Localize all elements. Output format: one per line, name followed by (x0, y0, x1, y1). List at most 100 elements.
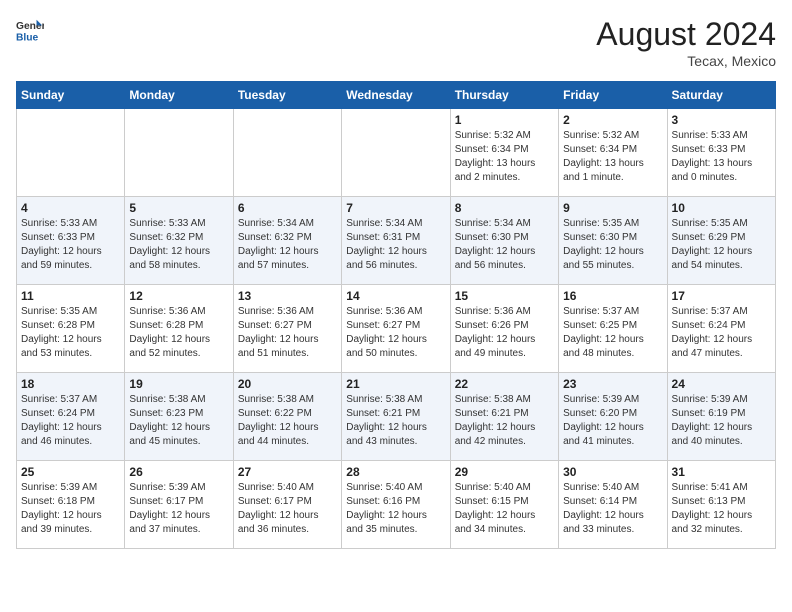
day-info: Sunrise: 5:37 AM Sunset: 6:24 PM Dayligh… (21, 393, 120, 449)
calendar-cell: 23 Sunrise: 5:39 AM Sunset: 6:20 PM Dayli… (559, 373, 667, 461)
day-number: 18 (21, 377, 120, 391)
calendar-cell: 14Sunrise: 5:36 AM Sunset: 6:27 PM Dayli… (342, 285, 450, 373)
dow-header-sunday: Sunday (17, 82, 125, 109)
calendar-cell: 1Sunrise: 5:32 AM Sunset: 6:34 PM Daylig… (450, 109, 558, 197)
day-info: Sunrise: 5:38 AM Sunset: 6:21 PM Dayligh… (455, 393, 554, 449)
day-number: 28 (346, 465, 445, 479)
day-number: 21 (346, 377, 445, 391)
svg-text:General: General (16, 21, 44, 32)
week-row-2: 4 Sunrise: 5:33 AM Sunset: 6:33 PM Daylig… (17, 197, 776, 285)
day-number: 26 (129, 465, 228, 479)
calendar-body: 1 Sunrise: 5:32 AM Sunset: 6:34 PM Daylig… (17, 109, 776, 549)
calendar-cell (17, 109, 125, 197)
day-number: 10 (672, 201, 771, 215)
calendar-cell: 3 Sunrise: 5:33 AM Sunset: 6:33 PM Daylig… (667, 109, 775, 197)
day-number: 15 (455, 289, 554, 303)
calendar-cell: 12Sunrise: 5:36 AM Sunset: 6:28 PM Dayli… (125, 285, 233, 373)
calendar-cell: 24 Sunrise: 5:39 AM Sunset: 6:19 PM Dayli… (667, 373, 775, 461)
day-number: 13 (238, 289, 337, 303)
calendar-cell: 5 Sunrise: 5:33 AM Sunset: 6:32 PM Daylig… (125, 197, 233, 285)
dow-header-tuesday: Tuesday (233, 82, 341, 109)
calendar-cell: 27 Sunrise: 5:40 AM Sunset: 6:17 PM Dayli… (233, 461, 341, 549)
calendar-cell: 21 Sunrise: 5:38 AM Sunset: 6:21 PM Dayli… (342, 373, 450, 461)
calendar-cell: 16Sunrise: 5:37 AM Sunset: 6:25 PM Dayli… (559, 285, 667, 373)
day-number: 9 (563, 201, 662, 215)
day-number: 1 (455, 113, 554, 127)
calendar-cell: 31 Sunrise: 5:41 AM Sunset: 6:13 PM Dayli… (667, 461, 775, 549)
month-year: August 2024 (596, 16, 776, 53)
day-info: Sunrise: 5:33 AM Sunset: 6:33 PM Dayligh… (672, 129, 771, 185)
svg-text:Blue: Blue (16, 32, 39, 43)
day-info: Sunrise: 5:39 AM Sunset: 6:20 PM Dayligh… (563, 393, 662, 449)
calendar-cell (233, 109, 341, 197)
day-number: 4 (21, 201, 120, 215)
day-number: 3 (672, 113, 771, 127)
calendar-cell: 7 Sunrise: 5:34 AM Sunset: 6:31 PM Daylig… (342, 197, 450, 285)
page-header: General Blue August 2024 Tecax, Mexico (16, 16, 776, 69)
day-number: 31 (672, 465, 771, 479)
calendar-cell: 29Sunrise: 5:40 AM Sunset: 6:15 PM Dayli… (450, 461, 558, 549)
day-info: Sunrise: 5:36 AM Sunset: 6:27 PM Dayligh… (346, 305, 445, 361)
day-info: Sunrise: 5:36 AM Sunset: 6:26 PM Dayligh… (455, 305, 554, 361)
calendar-cell: 11 Sunrise: 5:35 AM Sunset: 6:28 PM Dayli… (17, 285, 125, 373)
calendar-cell: 25 Sunrise: 5:39 AM Sunset: 6:18 PM Dayli… (17, 461, 125, 549)
day-number: 19 (129, 377, 228, 391)
calendar-cell: 13 Sunrise: 5:36 AM Sunset: 6:27 PM Dayli… (233, 285, 341, 373)
calendar-cell: 30Sunrise: 5:40 AM Sunset: 6:14 PM Dayli… (559, 461, 667, 549)
calendar-cell: 4 Sunrise: 5:33 AM Sunset: 6:33 PM Daylig… (17, 197, 125, 285)
day-number: 24 (672, 377, 771, 391)
dow-header-friday: Friday (559, 82, 667, 109)
day-number: 11 (21, 289, 120, 303)
day-info: Sunrise: 5:35 AM Sunset: 6:28 PM Dayligh… (21, 305, 120, 361)
day-number: 17 (672, 289, 771, 303)
day-number: 27 (238, 465, 337, 479)
calendar-cell: 18 Sunrise: 5:37 AM Sunset: 6:24 PM Dayli… (17, 373, 125, 461)
calendar-cell: 26Sunrise: 5:39 AM Sunset: 6:17 PM Dayli… (125, 461, 233, 549)
location: Tecax, Mexico (596, 53, 776, 69)
dow-header-thursday: Thursday (450, 82, 558, 109)
calendar-cell: 28Sunrise: 5:40 AM Sunset: 6:16 PM Dayli… (342, 461, 450, 549)
week-row-4: 18 Sunrise: 5:37 AM Sunset: 6:24 PM Dayli… (17, 373, 776, 461)
day-info: Sunrise: 5:39 AM Sunset: 6:19 PM Dayligh… (672, 393, 771, 449)
day-info: Sunrise: 5:36 AM Sunset: 6:27 PM Dayligh… (238, 305, 337, 361)
day-info: Sunrise: 5:41 AM Sunset: 6:13 PM Dayligh… (672, 481, 771, 537)
day-info: Sunrise: 5:38 AM Sunset: 6:23 PM Dayligh… (129, 393, 228, 449)
day-info: Sunrise: 5:34 AM Sunset: 6:31 PM Dayligh… (346, 217, 445, 273)
day-info: Sunrise: 5:33 AM Sunset: 6:33 PM Dayligh… (21, 217, 120, 273)
day-number: 8 (455, 201, 554, 215)
day-info: Sunrise: 5:32 AM Sunset: 6:34 PM Dayligh… (563, 129, 662, 185)
day-info: Sunrise: 5:33 AM Sunset: 6:32 PM Dayligh… (129, 217, 228, 273)
day-info: Sunrise: 5:37 AM Sunset: 6:25 PM Dayligh… (563, 305, 662, 361)
day-info: Sunrise: 5:35 AM Sunset: 6:29 PM Dayligh… (672, 217, 771, 273)
week-row-3: 11 Sunrise: 5:35 AM Sunset: 6:28 PM Dayli… (17, 285, 776, 373)
calendar-cell: 8 Sunrise: 5:34 AM Sunset: 6:30 PM Daylig… (450, 197, 558, 285)
day-info: Sunrise: 5:40 AM Sunset: 6:17 PM Dayligh… (238, 481, 337, 537)
week-row-5: 25 Sunrise: 5:39 AM Sunset: 6:18 PM Dayli… (17, 461, 776, 549)
calendar-cell: 15 Sunrise: 5:36 AM Sunset: 6:26 PM Dayli… (450, 285, 558, 373)
day-info: Sunrise: 5:34 AM Sunset: 6:30 PM Dayligh… (455, 217, 554, 273)
dow-header-saturday: Saturday (667, 82, 775, 109)
calendar-cell (125, 109, 233, 197)
dow-header-monday: Monday (125, 82, 233, 109)
calendar-table: SundayMondayTuesdayWednesdayThursdayFrid… (16, 81, 776, 549)
day-number: 20 (238, 377, 337, 391)
day-info: Sunrise: 5:40 AM Sunset: 6:14 PM Dayligh… (563, 481, 662, 537)
calendar-cell: 17Sunrise: 5:37 AM Sunset: 6:24 PM Dayli… (667, 285, 775, 373)
title-area: August 2024 Tecax, Mexico (596, 16, 776, 69)
day-number: 2 (563, 113, 662, 127)
day-info: Sunrise: 5:39 AM Sunset: 6:18 PM Dayligh… (21, 481, 120, 537)
day-number: 5 (129, 201, 228, 215)
logo-icon: General Blue (16, 16, 44, 44)
calendar-cell (342, 109, 450, 197)
day-number: 25 (21, 465, 120, 479)
calendar-cell: 19 Sunrise: 5:38 AM Sunset: 6:23 PM Dayli… (125, 373, 233, 461)
day-info: Sunrise: 5:40 AM Sunset: 6:15 PM Dayligh… (455, 481, 554, 537)
day-number: 22 (455, 377, 554, 391)
day-info: Sunrise: 5:36 AM Sunset: 6:28 PM Dayligh… (129, 305, 228, 361)
day-number: 7 (346, 201, 445, 215)
day-number: 6 (238, 201, 337, 215)
dow-header-wednesday: Wednesday (342, 82, 450, 109)
day-number: 23 (563, 377, 662, 391)
day-info: Sunrise: 5:38 AM Sunset: 6:21 PM Dayligh… (346, 393, 445, 449)
calendar-cell: 10 Sunrise: 5:35 AM Sunset: 6:29 PM Dayli… (667, 197, 775, 285)
